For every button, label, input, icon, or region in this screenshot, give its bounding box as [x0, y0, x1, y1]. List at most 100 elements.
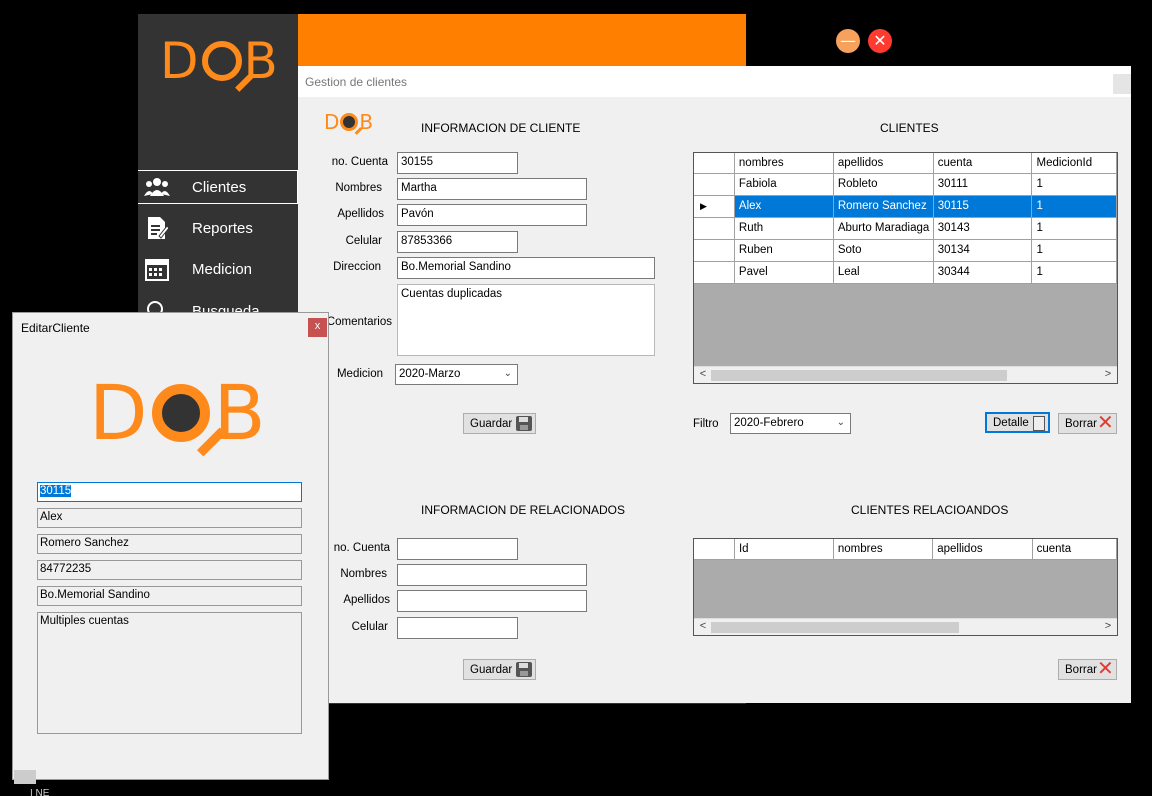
row-pointer-icon: ▶ — [700, 201, 707, 211]
edit-direccion-field[interactable]: Bo.Memorial Sandino — [37, 586, 302, 606]
sidebar-item-clientes[interactable]: Clientes — [138, 170, 298, 204]
save-disk-icon — [516, 416, 532, 431]
row-header-cell[interactable] — [694, 261, 735, 284]
comentarios-field[interactable]: Cuentas duplicadas — [397, 284, 655, 356]
guardar-relacionado-button[interactable]: Guardar — [463, 659, 536, 680]
table-row[interactable]: ▶ Alex Romero Sanchez 30115 1 — [694, 195, 1117, 218]
document-icon — [1033, 416, 1045, 431]
medicion-select[interactable]: 2020-Marzo ⌄ — [395, 364, 518, 385]
table-cell[interactable]: 30115 — [933, 195, 1033, 218]
scroll-left-icon[interactable]: < — [696, 368, 710, 380]
label-apellidos: Apellidos — [337, 208, 384, 220]
close-button[interactable]: x — [308, 318, 327, 337]
detalle-button[interactable]: Detalle — [985, 412, 1050, 433]
delete-x-icon: ✕ — [1097, 412, 1114, 434]
close-button[interactable]: ✕ — [868, 29, 892, 53]
table-cell[interactable]: 30134 — [933, 239, 1033, 262]
borrar-label: Borrar — [1065, 663, 1097, 676]
info-relacionados-title: INFORMACION DE RELACIONADOS — [421, 503, 626, 517]
nombres-field[interactable]: Martha — [397, 178, 587, 200]
magnifier-icon — [340, 113, 359, 131]
sidebar-item-reportes[interactable]: Reportes — [138, 211, 298, 245]
cuenta-field[interactable]: 30155 — [397, 152, 518, 174]
table-cell[interactable]: 30111 — [933, 173, 1033, 196]
scroll-thumb[interactable] — [711, 370, 1007, 381]
edit-comentarios-field[interactable]: Multiples cuentas — [37, 612, 302, 734]
sidebar-item-label: Medicion — [192, 260, 253, 278]
editar-cliente-dialog: EditarCliente x DB 30115 Alex Romero San… — [12, 312, 329, 780]
scroll-thumb[interactable] — [711, 622, 959, 633]
celular-field[interactable]: 87853366 — [397, 231, 518, 253]
row-header-cell[interactable] — [694, 173, 735, 196]
window-titlebar: Gestion de clientes — [298, 66, 1131, 97]
rel-cuenta-field[interactable] — [397, 538, 518, 560]
table-cell[interactable]: 30143 — [933, 217, 1033, 240]
rel-celular-field[interactable] — [397, 617, 518, 639]
row-header-cell[interactable] — [694, 217, 735, 240]
row-header-cell[interactable] — [694, 239, 735, 262]
horizontal-scrollbar[interactable]: < > — [694, 618, 1117, 635]
edit-celular-field[interactable]: 84772235 — [37, 560, 302, 580]
col-header[interactable]: Id — [734, 539, 834, 560]
direccion-field[interactable]: Bo.Memorial Sandino — [397, 257, 655, 279]
col-header[interactable]: nombres — [833, 539, 934, 560]
table-row[interactable]: Ruth Aburto Maradiaga 30143 1 — [694, 217, 1117, 240]
col-header[interactable]: cuenta — [1032, 539, 1117, 560]
row-header-cell[interactable]: ▶ — [694, 195, 735, 218]
table-cell[interactable]: Aburto Maradiaga — [833, 217, 934, 240]
horizontal-scrollbar[interactable]: < > — [694, 366, 1117, 383]
table-cell[interactable]: Pavel — [734, 261, 834, 284]
edit-cuenta-field[interactable]: 30115 — [37, 482, 302, 502]
chevron-down-icon: ⌄ — [503, 368, 512, 379]
col-header[interactable]: apellidos — [833, 153, 934, 174]
guardar-label: Guardar — [470, 417, 513, 430]
titlebar-button[interactable] — [1113, 74, 1131, 94]
table-cell[interactable]: 30344 — [933, 261, 1033, 284]
table-cell[interactable]: Soto — [833, 239, 934, 262]
calendar-icon — [144, 257, 170, 281]
col-header[interactable]: MedicionId — [1031, 153, 1117, 174]
scroll-right-icon[interactable]: > — [1101, 620, 1115, 632]
rel-nombres-field[interactable] — [397, 564, 587, 586]
table-cell[interactable]: 1 — [1031, 173, 1117, 196]
table-cell[interactable]: 1 — [1031, 261, 1117, 284]
apellidos-field[interactable]: Pavón — [397, 204, 587, 226]
magnifier-icon — [151, 383, 210, 442]
col-header[interactable]: nombres — [734, 153, 834, 174]
col-header[interactable]: apellidos — [932, 539, 1033, 560]
table-cell[interactable]: Ruben — [734, 239, 834, 262]
table-row[interactable]: Ruben Soto 30134 1 — [694, 239, 1117, 262]
table-cell[interactable]: Robleto — [833, 173, 934, 196]
label-direccion: Direccion — [333, 261, 381, 273]
chevron-down-icon: ⌄ — [836, 417, 845, 428]
relacionados-grid[interactable]: Id nombres apellidos cuenta < > — [693, 538, 1118, 636]
borrar-relacionado-button[interactable]: Borrar ✕ — [1058, 659, 1117, 680]
table-row[interactable]: Fabiola Robleto 30111 1 — [694, 173, 1117, 196]
scroll-right-icon[interactable]: > — [1101, 368, 1115, 380]
sidebar-item-medicion[interactable]: Medicion — [138, 252, 298, 286]
guardar-button[interactable]: Guardar — [463, 413, 536, 434]
table-cell[interactable]: 1 — [1031, 239, 1117, 262]
minimize-button[interactable]: — — [836, 29, 860, 53]
table-cell[interactable]: Fabiola — [734, 173, 834, 196]
clientes-grid[interactable]: nombres apellidos cuenta MedicionId Fabi… — [693, 152, 1118, 384]
sidebar-item-label: Reportes — [192, 219, 253, 237]
edit-apellidos-field[interactable]: Romero Sanchez — [37, 534, 302, 554]
guardar-label: Guardar — [470, 663, 513, 676]
filtro-select[interactable]: 2020-Febrero ⌄ — [730, 413, 851, 434]
table-cell[interactable]: 1 — [1031, 217, 1117, 240]
delete-x-icon: ✕ — [1097, 658, 1114, 680]
table-cell[interactable]: Alex — [734, 195, 834, 218]
table-cell[interactable]: 1 — [1031, 195, 1117, 218]
scroll-left-icon[interactable]: < — [696, 620, 710, 632]
borrar-label: Borrar — [1065, 417, 1097, 430]
borrar-button[interactable]: Borrar ✕ — [1058, 413, 1117, 434]
table-row[interactable]: Pavel Leal 30344 1 — [694, 261, 1117, 284]
table-cell[interactable]: Ruth — [734, 217, 834, 240]
app-topbar: — ✕ — [298, 14, 892, 67]
table-cell[interactable]: Leal — [833, 261, 934, 284]
rel-apellidos-field[interactable] — [397, 590, 587, 612]
table-cell[interactable]: Romero Sanchez — [833, 195, 934, 218]
edit-nombres-field[interactable]: Alex — [37, 508, 302, 528]
col-header[interactable]: cuenta — [933, 153, 1033, 174]
